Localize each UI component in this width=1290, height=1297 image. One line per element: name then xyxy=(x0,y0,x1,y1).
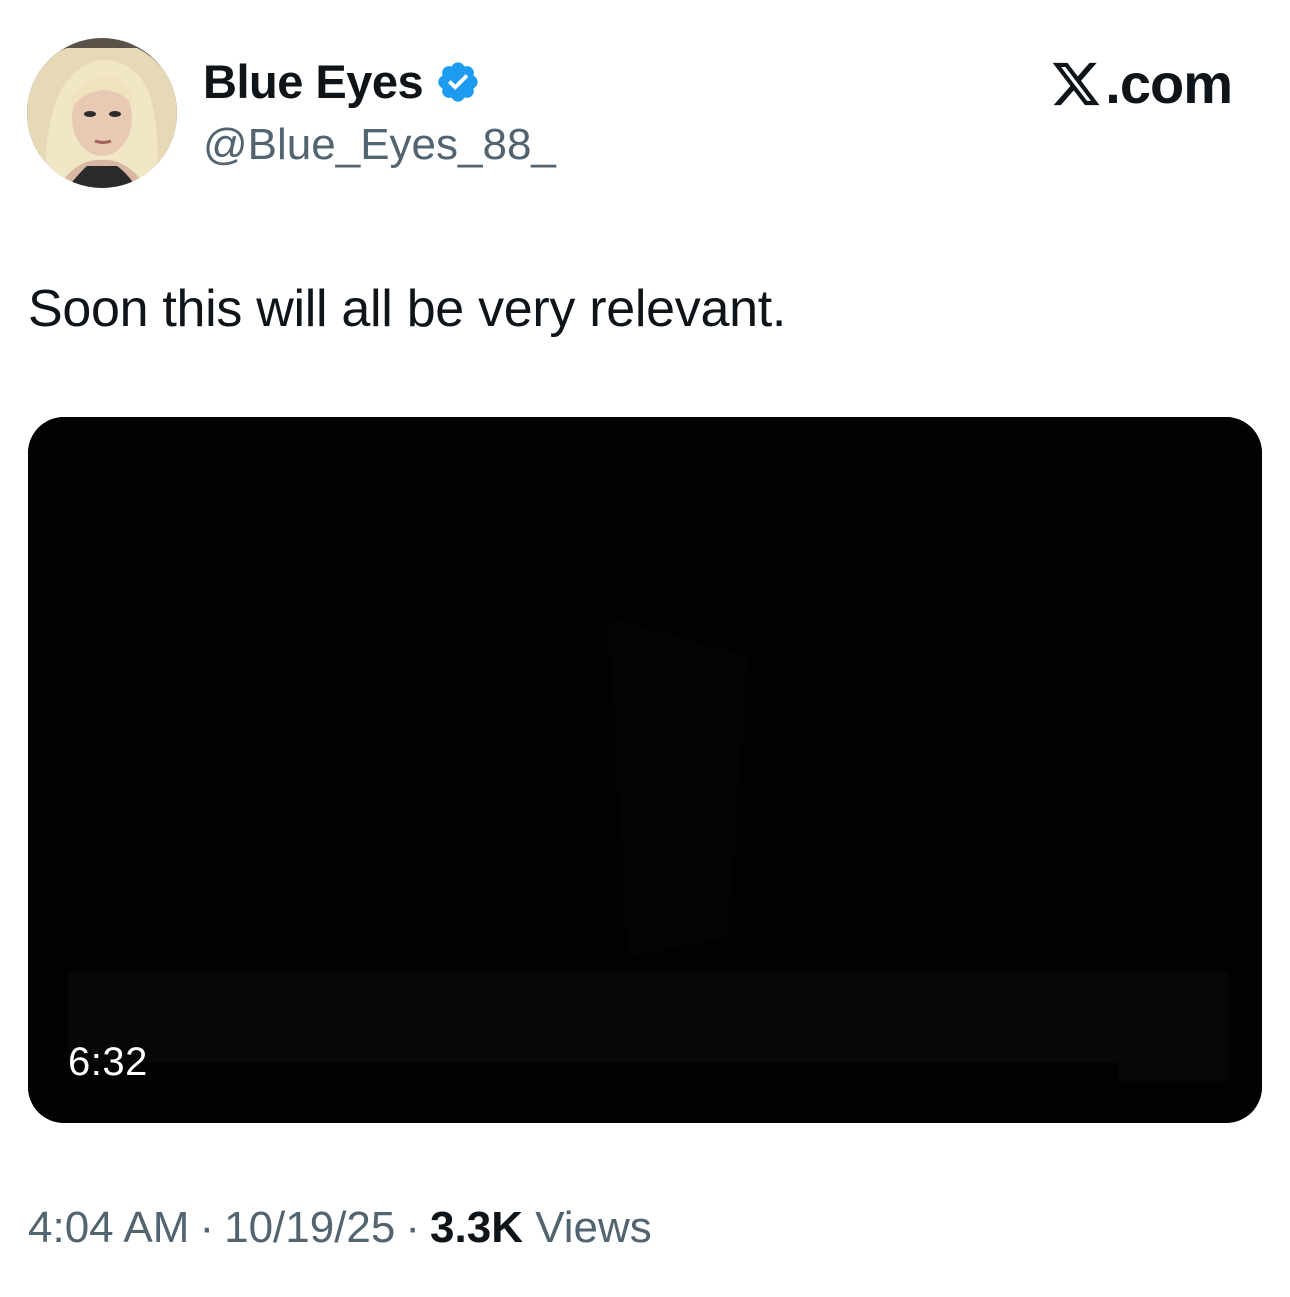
video-player[interactable]: 6:32 xyxy=(28,417,1262,1123)
verified-badge-icon xyxy=(435,59,481,105)
views-label: Views xyxy=(535,1203,652,1252)
author-name-row[interactable]: Blue Eyes xyxy=(203,52,481,112)
video-duration: 6:32 xyxy=(68,1040,148,1084)
avatar-image xyxy=(27,38,177,188)
x-brand: .com xyxy=(1049,52,1233,116)
tweet-text: Soon this will all be very relevant. xyxy=(28,280,787,338)
author-handle[interactable]: @Blue_Eyes_88_ xyxy=(203,117,556,173)
video-thumbnail xyxy=(28,417,1262,1123)
x-logo-icon xyxy=(1049,58,1103,110)
tweet-meta: 4:04 AM · 10/19/25 · 3.3K Views xyxy=(28,1200,652,1256)
meta-separator: · xyxy=(405,1203,421,1252)
tweet-date[interactable]: 10/19/25 xyxy=(224,1203,395,1252)
meta-separator: · xyxy=(199,1203,215,1252)
tweet-time[interactable]: 4:04 AM xyxy=(28,1203,189,1252)
views-count: 3.3K xyxy=(430,1203,523,1252)
brand-domain-label: .com xyxy=(1105,52,1233,115)
author-display-name[interactable]: Blue Eyes xyxy=(203,52,424,112)
author-avatar[interactable] xyxy=(27,38,177,188)
